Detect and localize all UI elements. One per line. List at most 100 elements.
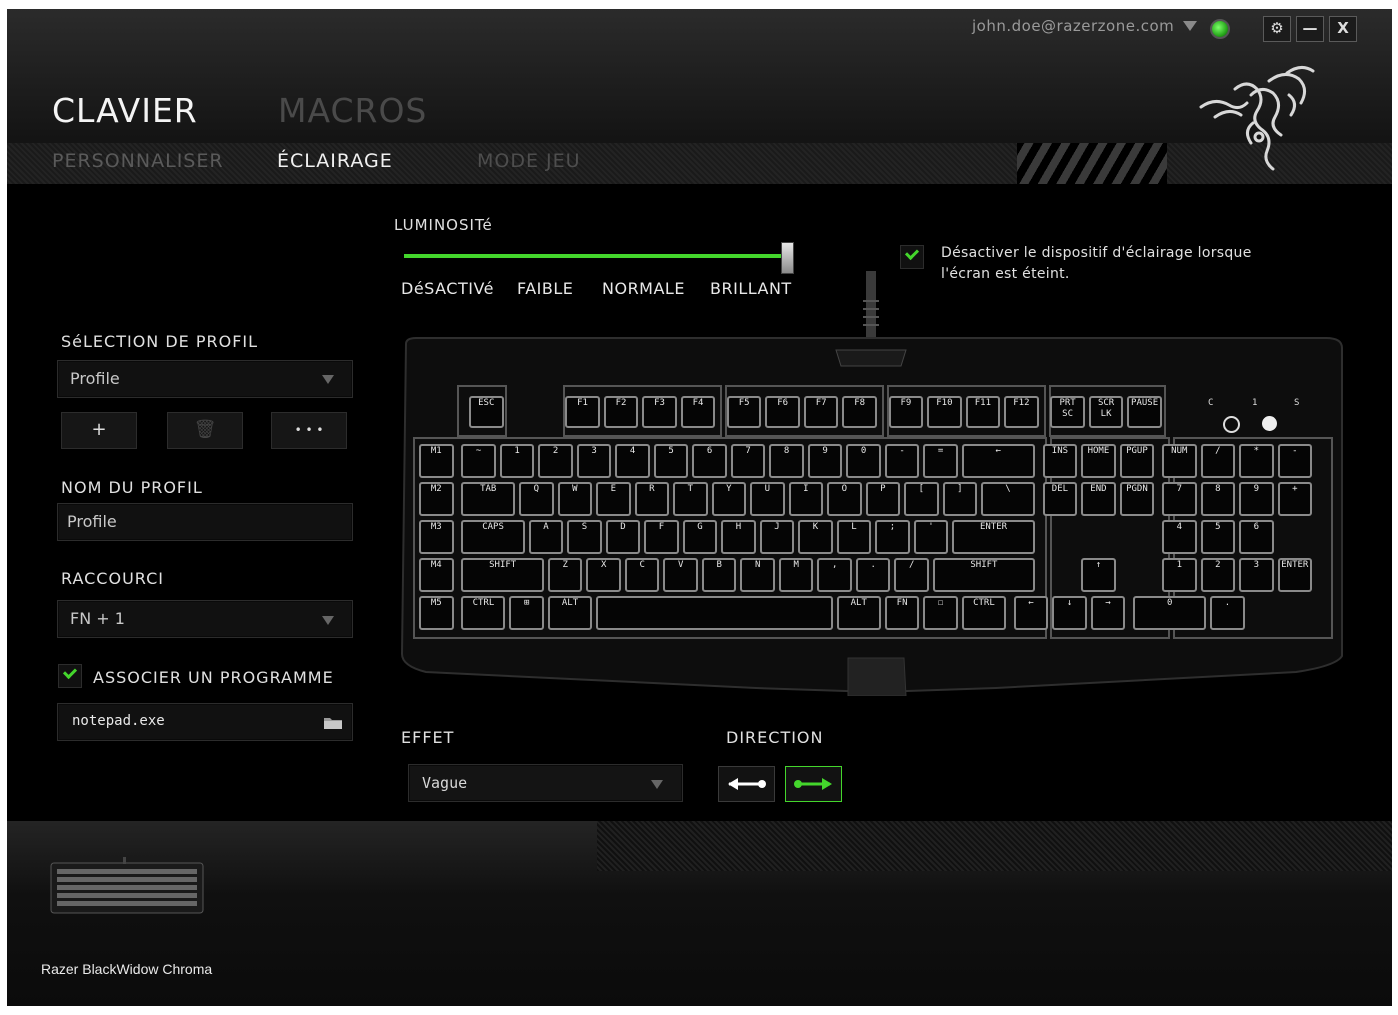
tab-eclairage[interactable]: ÉCLAIRAGE [277, 150, 393, 172]
key-row6-2[interactable]: ⊞ [509, 596, 544, 630]
key-row5-1[interactable]: SHIFT [461, 558, 544, 592]
key-row2-6[interactable]: 5 [653, 444, 689, 478]
key-row4-1[interactable]: CAPS [461, 520, 525, 554]
close-button[interactable]: X [1329, 16, 1357, 42]
add-profile-button[interactable]: + [61, 412, 137, 449]
device-thumbnail[interactable] [49, 857, 205, 919]
key-row1-15[interactable]: PAUSE [1127, 396, 1162, 428]
key-row3-11[interactable]: P [865, 482, 901, 516]
key-row5-0[interactable]: M4 [419, 558, 454, 592]
key-row3-8[interactable]: U [750, 482, 785, 516]
key-row2-0[interactable]: M1 [419, 444, 454, 478]
key-row6-0[interactable]: M5 [419, 596, 454, 630]
more-options-button[interactable]: • • • [271, 412, 347, 449]
key-row6-6[interactable]: FN [884, 596, 920, 630]
key-row2-15[interactable]: INS [1042, 444, 1078, 478]
account-email[interactable]: john.doe@razerzone.com [972, 17, 1174, 35]
key-row5-5[interactable]: V [663, 558, 698, 592]
key-row5-9[interactable]: , [817, 558, 852, 592]
key-row6-1[interactable]: CTRL [461, 596, 506, 630]
key-row4-2[interactable]: A [528, 520, 564, 554]
delete-profile-button[interactable]: 🗑 [167, 412, 243, 449]
key-row3-21[interactable]: + [1277, 482, 1313, 516]
key-row2-3[interactable]: 2 [538, 444, 573, 478]
key-row3-6[interactable]: T [673, 482, 708, 516]
key-row5-4[interactable]: C [624, 558, 660, 592]
key-row2-18[interactable]: NUM [1162, 444, 1197, 478]
key-row1-0[interactable]: ESC [469, 396, 504, 428]
tab-mode-jeu[interactable]: MODE JEU [477, 150, 581, 172]
key-row1-9[interactable]: F9 [888, 396, 924, 428]
key-row1-7[interactable]: F7 [803, 396, 839, 428]
key-row3-3[interactable]: W [557, 482, 593, 516]
key-row2-13[interactable]: = [923, 444, 958, 478]
key-row3-9[interactable]: I [788, 482, 824, 516]
key-row6-11[interactable]: → [1090, 596, 1126, 630]
settings-button[interactable]: ⚙ [1263, 16, 1291, 42]
key-row3-19[interactable]: 8 [1200, 482, 1236, 516]
key-row2-14[interactable]: ← [961, 444, 1035, 478]
key-row6-4[interactable] [596, 596, 833, 630]
key-row6-10[interactable]: ↓ [1052, 596, 1087, 630]
key-row6-13[interactable]: . [1210, 596, 1245, 630]
key-row5-16[interactable]: 3 [1239, 558, 1274, 592]
key-row4-15[interactable]: 5 [1200, 520, 1236, 554]
key-row1-12[interactable]: F12 [1004, 396, 1039, 428]
tab-clavier[interactable]: CLAVIER [52, 91, 198, 130]
key-row3-15[interactable]: DEL [1042, 482, 1078, 516]
tab-macros[interactable]: MACROS [278, 91, 427, 130]
key-row6-7[interactable]: ☐ [923, 596, 958, 630]
key-row5-15[interactable]: 2 [1200, 558, 1236, 592]
key-row4-4[interactable]: D [605, 520, 641, 554]
key-row3-10[interactable]: O [827, 482, 862, 516]
key-row1-14[interactable]: SCR LK [1088, 396, 1124, 428]
key-row1-2[interactable]: F2 [603, 396, 639, 428]
key-row3-2[interactable]: Q [519, 482, 554, 516]
key-row2-4[interactable]: 3 [576, 444, 612, 478]
key-row5-13[interactable]: ↑ [1081, 558, 1116, 592]
account-dropdown-icon[interactable] [1183, 21, 1197, 31]
folder-icon[interactable] [323, 716, 343, 730]
key-row3-16[interactable]: END [1081, 482, 1116, 516]
key-row6-8[interactable]: CTRL [961, 596, 1006, 630]
key-row1-13[interactable]: PRT SC [1050, 396, 1085, 428]
key-row5-7[interactable]: N [740, 558, 775, 592]
tab-personnaliser[interactable]: PERSONNALISER [52, 150, 224, 172]
key-row5-11[interactable]: / [894, 558, 929, 592]
minimize-button[interactable]: — [1296, 16, 1324, 42]
key-row3-17[interactable]: PGDN [1119, 482, 1155, 516]
key-row1-5[interactable]: F5 [726, 396, 762, 428]
key-row4-3[interactable]: S [567, 520, 602, 554]
key-row3-5[interactable]: R [634, 482, 670, 516]
key-row1-10[interactable]: F10 [927, 396, 962, 428]
key-row4-7[interactable]: H [721, 520, 756, 554]
key-row5-6[interactable]: B [701, 558, 737, 592]
key-row2-7[interactable]: 6 [692, 444, 727, 478]
key-row4-8[interactable]: J [759, 520, 795, 554]
key-row1-8[interactable]: F8 [842, 396, 877, 428]
key-row5-3[interactable]: X [586, 558, 621, 592]
key-row4-11[interactable]: ; [875, 520, 910, 554]
key-row3-4[interactable]: E [596, 482, 631, 516]
key-row3-1[interactable]: TAB [461, 482, 516, 516]
associate-program-checkbox[interactable] [58, 664, 82, 688]
key-row1-6[interactable]: F6 [765, 396, 800, 428]
key-row3-18[interactable]: 7 [1162, 482, 1197, 516]
key-row6-12[interactable]: 0 [1133, 596, 1207, 630]
key-row4-13[interactable]: ENTER [952, 520, 1035, 554]
key-row5-17[interactable]: ENTER [1277, 558, 1313, 592]
key-row1-11[interactable]: F11 [965, 396, 1001, 428]
key-row2-5[interactable]: 4 [615, 444, 650, 478]
key-row2-21[interactable]: - [1277, 444, 1313, 478]
key-row5-12[interactable]: SHIFT [932, 558, 1035, 592]
key-row1-3[interactable]: F3 [642, 396, 677, 428]
key-row5-2[interactable]: Z [547, 558, 583, 592]
key-row6-3[interactable]: ALT [547, 596, 593, 630]
key-row3-20[interactable]: 9 [1239, 482, 1274, 516]
key-row4-14[interactable]: 4 [1162, 520, 1197, 554]
key-row2-17[interactable]: PGUP [1119, 444, 1155, 478]
key-row3-14[interactable]: \ [981, 482, 1035, 516]
key-row6-9[interactable]: ← [1013, 596, 1049, 630]
key-row5-10[interactable]: . [855, 558, 891, 592]
key-row2-16[interactable]: HOME [1081, 444, 1116, 478]
